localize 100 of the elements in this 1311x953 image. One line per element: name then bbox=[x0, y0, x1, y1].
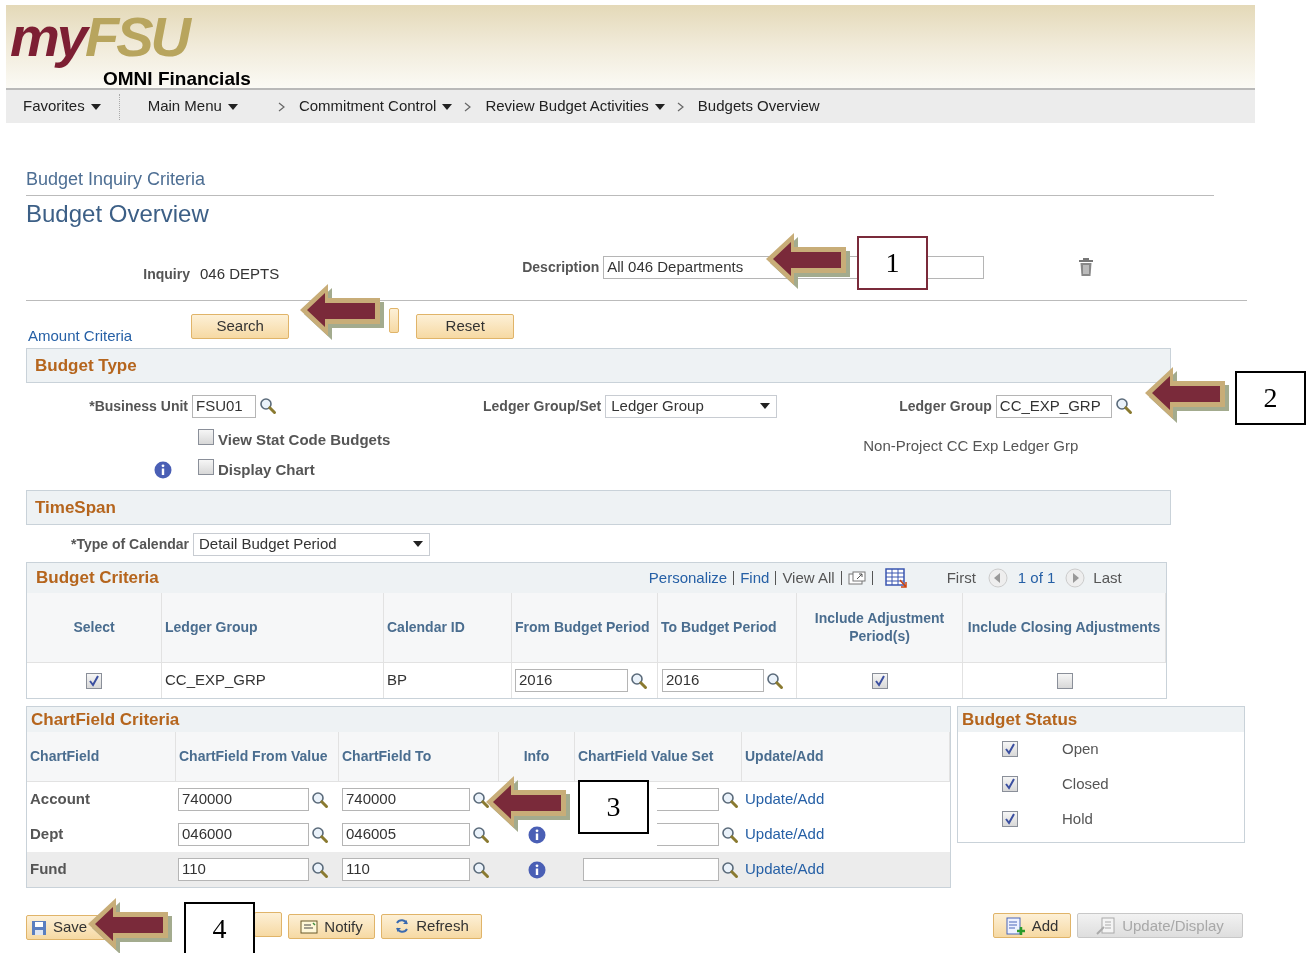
grid-panel: Budget Criteria Personalize Find View All First 1 of 1 Last Select Ledger Group Calendar ID From Budget Period To Budget Period Include Adjustment Period(s) Include Closing Adjustments CC_EXP_GRP BP 2016 2016 bbox=[26, 562, 1167, 699]
column-header: Include Closing Adjustments bbox=[963, 593, 1166, 663]
field-label: Description bbox=[522, 257, 600, 277]
checkbox[interactable] bbox=[1002, 810, 1018, 827]
row-label: Fund bbox=[27, 852, 176, 887]
checkbox-label: View Stat Code Budgets bbox=[218, 429, 391, 450]
nav-menu[interactable]: Main Menu bbox=[147, 95, 238, 118]
text-field[interactable]: 110 bbox=[178, 858, 309, 881]
notepad-icon bbox=[300, 919, 319, 934]
search-icon[interactable] bbox=[472, 825, 490, 844]
column-header: ChartField bbox=[27, 732, 176, 782]
search-button[interactable]: Search bbox=[191, 314, 290, 339]
text-field[interactable]: CC_EXP_GRP bbox=[995, 394, 1112, 418]
chevron-right-icon bbox=[277, 101, 285, 112]
search-icon[interactable] bbox=[259, 397, 277, 415]
caret-icon bbox=[760, 403, 771, 410]
add-button[interactable]: Add bbox=[993, 913, 1071, 939]
caret-icon bbox=[413, 541, 423, 548]
text-field[interactable]: 740000 bbox=[342, 788, 470, 811]
checkbox[interactable] bbox=[1056, 672, 1073, 689]
search-icon[interactable] bbox=[1114, 397, 1133, 415]
nav-menu[interactable]: Review Budget Activities bbox=[485, 95, 665, 118]
grid-link[interactable]: Find bbox=[740, 566, 770, 590]
text-field[interactable]: 2016 bbox=[515, 669, 628, 692]
search-icon[interactable] bbox=[311, 860, 329, 879]
nav-menu[interactable]: Commitment Control bbox=[298, 95, 453, 118]
checkbox[interactable] bbox=[871, 672, 888, 689]
column-header: ChartField Value Set bbox=[575, 732, 742, 782]
info-icon[interactable] bbox=[528, 860, 546, 879]
new-window-icon[interactable] bbox=[847, 571, 866, 585]
search-icon[interactable] bbox=[472, 860, 490, 879]
text-field[interactable]: 110 bbox=[342, 858, 470, 881]
text-field[interactable] bbox=[583, 858, 719, 881]
text-field[interactable]: 740000 bbox=[178, 788, 309, 811]
text-field[interactable]: FSU01 bbox=[192, 394, 256, 418]
caret-icon bbox=[654, 103, 665, 110]
text-field[interactable]: 046000 bbox=[178, 823, 309, 846]
grid-link[interactable]: Personalize bbox=[648, 566, 728, 590]
table-cell: CC_EXP_GRP bbox=[162, 663, 384, 698]
dropdown[interactable]: Detail Budget Period bbox=[193, 532, 430, 556]
checkbox[interactable] bbox=[86, 672, 102, 689]
reset-button[interactable]: Reset bbox=[416, 314, 515, 339]
pager-link[interactable]: Last bbox=[1093, 566, 1122, 590]
callout-number: 4 bbox=[184, 902, 255, 953]
pager-link[interactable]: First bbox=[946, 566, 976, 590]
update-add-link[interactable]: Update/Add bbox=[745, 823, 825, 846]
field-label: *Business Unit bbox=[88, 396, 188, 416]
trash-icon[interactable] bbox=[1078, 257, 1095, 277]
status-panel: Budget Status Open Closed Hold bbox=[957, 706, 1245, 843]
checkbox[interactable] bbox=[198, 459, 214, 475]
nav-menu[interactable]: Budgets Overview bbox=[697, 95, 820, 118]
callout-number: 1 bbox=[857, 236, 928, 290]
search-icon[interactable] bbox=[472, 790, 490, 809]
text-field[interactable] bbox=[657, 788, 719, 811]
column-header: Update/Add bbox=[742, 732, 950, 782]
spreadsheet-icon[interactable] bbox=[884, 568, 907, 588]
search-icon[interactable] bbox=[721, 790, 739, 809]
search-icon[interactable] bbox=[721, 860, 739, 879]
checkbox[interactable] bbox=[1002, 740, 1018, 757]
callout-number: 2 bbox=[1235, 371, 1306, 425]
pager-range: 1 of 1 bbox=[1017, 567, 1056, 588]
callout-number: 3 bbox=[578, 780, 649, 834]
logo[interactable]: myFSU bbox=[10, 5, 198, 69]
search-icon[interactable] bbox=[630, 671, 648, 690]
update-add-link[interactable]: Update/Add bbox=[745, 788, 825, 811]
column-header: From Budget Period bbox=[512, 593, 658, 663]
text-field[interactable]: 046005 bbox=[342, 823, 470, 846]
column-header: To Budget Period bbox=[658, 593, 797, 663]
column-header: Ledger Group bbox=[162, 593, 384, 663]
column-header: ChartField From Value bbox=[176, 732, 339, 782]
text-field[interactable]: 2016 bbox=[662, 669, 764, 692]
info-icon[interactable] bbox=[154, 461, 172, 479]
field-value: 046 DEPTS bbox=[200, 263, 280, 284]
table-cell: BP bbox=[384, 663, 512, 698]
text-field[interactable] bbox=[657, 823, 719, 846]
field-label: Ledger Group/Set bbox=[483, 396, 602, 416]
search-icon[interactable] bbox=[311, 790, 329, 809]
field-label: Inquiry bbox=[142, 264, 190, 284]
refresh-button[interactable]: Refresh bbox=[381, 913, 482, 939]
column-header: Select bbox=[27, 593, 162, 663]
refresh-icon bbox=[394, 918, 411, 935]
page-title: Budget Overview bbox=[26, 199, 209, 229]
search-icon[interactable] bbox=[721, 825, 739, 844]
search-icon[interactable] bbox=[766, 671, 784, 690]
column-header: Include Adjustment Period(s) bbox=[797, 593, 963, 663]
info-icon[interactable] bbox=[528, 825, 546, 844]
status-label: Open bbox=[1062, 739, 1099, 760]
chevron-right-icon bbox=[676, 101, 684, 112]
page-subtitle: Budget Inquiry Criteria bbox=[26, 168, 206, 190]
grid-link[interactable]: View All bbox=[782, 566, 835, 590]
checkbox[interactable] bbox=[1002, 775, 1018, 792]
search-icon[interactable] bbox=[311, 825, 329, 844]
nav-menu[interactable]: Favorites bbox=[23, 95, 101, 118]
dropdown[interactable]: Ledger Group bbox=[605, 394, 778, 418]
button[interactable] bbox=[254, 912, 282, 937]
amount-criteria-link[interactable]: Amount Criteria bbox=[28, 328, 133, 343]
chevron-right-icon bbox=[464, 101, 472, 112]
notify-button[interactable]: Notify bbox=[288, 914, 375, 940]
add-document-icon bbox=[1005, 916, 1026, 935]
checkbox[interactable] bbox=[198, 429, 214, 445]
